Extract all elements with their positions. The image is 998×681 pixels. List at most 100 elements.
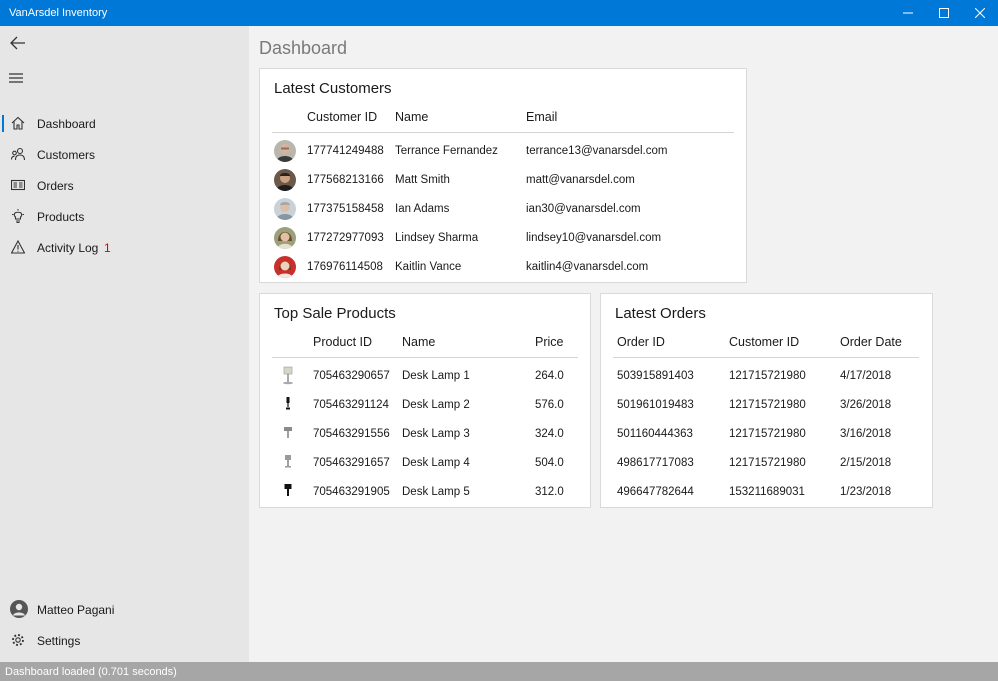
desk-lamp-thumbnail (285, 455, 291, 468)
avatar (10, 600, 28, 618)
activity-log-badge: 1 (104, 241, 111, 255)
order-customer-id: 121715721980 (729, 370, 806, 382)
product-name: Desk Lamp 5 (402, 486, 470, 498)
order-customer-id: 121715721980 (729, 457, 806, 469)
warning-icon (11, 240, 25, 254)
customer-email: lindsey10@vanarsdel.com (526, 232, 662, 244)
customer-email: matt@vanarsdel.com (526, 174, 635, 186)
hamburger-menu-button[interactable] (9, 72, 23, 84)
order-id: 503915891403 (617, 370, 694, 382)
customer-name: Lindsey Sharma (395, 232, 479, 244)
maximize-button[interactable] (926, 0, 962, 26)
desk-lamp-thumbnail (284, 427, 292, 438)
sidebar-item-label: Settings (37, 634, 81, 648)
back-button[interactable] (10, 36, 30, 52)
gear-icon (12, 634, 24, 646)
order-date: 3/26/2018 (840, 399, 892, 411)
column-header[interactable]: Order Date (840, 335, 902, 349)
sidebar-item-activity-log[interactable]: Activity Log 1 (0, 232, 249, 262)
home-icon (11, 116, 25, 130)
sidebar-item-dashboard[interactable]: Dashboard (0, 108, 249, 138)
product-name: Desk Lamp 3 (402, 428, 470, 440)
customer-email: kaitlin4@vanarsdel.com (526, 261, 649, 273)
lightbulb-icon (12, 209, 24, 223)
page-title: Dashboard (259, 38, 348, 58)
product-id: 705463290657 (313, 370, 390, 382)
customer-name: Ian Adams (395, 203, 450, 215)
customer-name: Kaitlin Vance (395, 261, 462, 273)
people-icon (11, 147, 25, 161)
header-divider (272, 357, 578, 358)
order-id: 496647782644 (617, 486, 694, 498)
sidebar-item-label: Activity Log (37, 241, 99, 255)
title-bar: VanArsdel Inventory (0, 0, 998, 26)
close-icon (975, 8, 985, 18)
product-id: 705463291124 (313, 399, 389, 411)
app-title: VanArsdel Inventory (9, 7, 108, 19)
order-id: 498617717083 (617, 457, 694, 469)
product-price: 504.0 (535, 457, 564, 469)
product-id: 705463291657 (313, 457, 390, 469)
order-date: 4/17/2018 (840, 370, 892, 382)
sidebar-item-settings[interactable]: Settings (0, 625, 249, 655)
avatar (274, 198, 296, 220)
order-customer-id: 153211689031 (729, 486, 805, 498)
order-customer-id: 121715721980 (729, 428, 806, 440)
customer-id: 177272977093 (307, 232, 384, 244)
card-title: Latest Customers (274, 80, 392, 97)
column-header[interactable]: Order ID (617, 335, 665, 349)
column-header[interactable]: Name (402, 335, 435, 349)
column-header[interactable]: Customer ID (729, 335, 799, 349)
product-price: 312.0 (535, 486, 564, 498)
customer-email: terrance13@vanarsdel.com (526, 145, 668, 157)
order-id: 501961019483 (617, 399, 694, 411)
order-date: 1/23/2018 (840, 486, 892, 498)
column-header[interactable]: Customer ID (307, 110, 377, 124)
sidebar-item-customers[interactable]: Customers (0, 139, 249, 169)
product-price: 264.0 (535, 370, 564, 382)
status-text: Dashboard loaded (0.701 seconds) (5, 666, 177, 678)
customer-id: 176976114508 (307, 261, 383, 273)
product-id: 705463291905 (313, 486, 390, 498)
avatar (274, 140, 296, 162)
minimize-button[interactable] (890, 0, 926, 26)
customer-name: Matt Smith (395, 174, 450, 186)
close-button[interactable] (962, 0, 998, 26)
avatar (274, 169, 296, 191)
latest-orders-card[interactable]: Latest Orders Order ID Customer ID Order… (600, 293, 933, 508)
sidebar-item-label: Customers (37, 148, 96, 162)
customer-name: Terrance Fernandez (395, 145, 498, 157)
sidebar-item-user[interactable]: Matteo Pagani (0, 594, 249, 624)
hamburger-icon (9, 73, 23, 83)
latest-customers-card[interactable]: Latest Customers Customer ID Name Email … (259, 68, 747, 283)
status-bar: Dashboard loaded (0.701 seconds) (0, 662, 998, 681)
card-title: Latest Orders (615, 305, 706, 322)
column-header[interactable]: Product ID (313, 335, 372, 349)
column-header[interactable]: Price (535, 335, 563, 349)
avatar (274, 256, 296, 278)
header-divider (613, 357, 919, 358)
top-sale-products-card[interactable]: Top Sale Products Product ID Name Price … (259, 293, 591, 508)
order-date: 2/15/2018 (840, 457, 892, 469)
column-header[interactable]: Name (395, 110, 428, 124)
column-header[interactable]: Email (526, 110, 557, 124)
product-name: Desk Lamp 4 (402, 457, 470, 469)
desk-lamp-thumbnail (283, 366, 293, 385)
sidebar: Dashboard Customers Orders Products Acti… (0, 26, 249, 662)
sidebar-item-products[interactable]: Products (0, 201, 249, 231)
desk-lamp-thumbnail (286, 397, 290, 410)
orders-icon (11, 179, 25, 191)
sidebar-item-label: Dashboard (37, 117, 96, 131)
customer-email: ian30@vanarsdel.com (526, 203, 641, 215)
product-price: 324.0 (535, 428, 564, 440)
order-customer-id: 121715721980 (729, 399, 806, 411)
back-arrow-icon (10, 36, 25, 50)
sidebar-item-label: Orders (37, 179, 74, 193)
customer-id: 177741249488 (307, 145, 384, 157)
order-date: 3/16/2018 (840, 428, 892, 440)
avatar (274, 227, 296, 249)
product-price: 576.0 (535, 399, 564, 411)
product-name: Desk Lamp 1 (402, 370, 470, 382)
user-name: Matteo Pagani (37, 603, 115, 617)
sidebar-item-orders[interactable]: Orders (0, 170, 249, 200)
